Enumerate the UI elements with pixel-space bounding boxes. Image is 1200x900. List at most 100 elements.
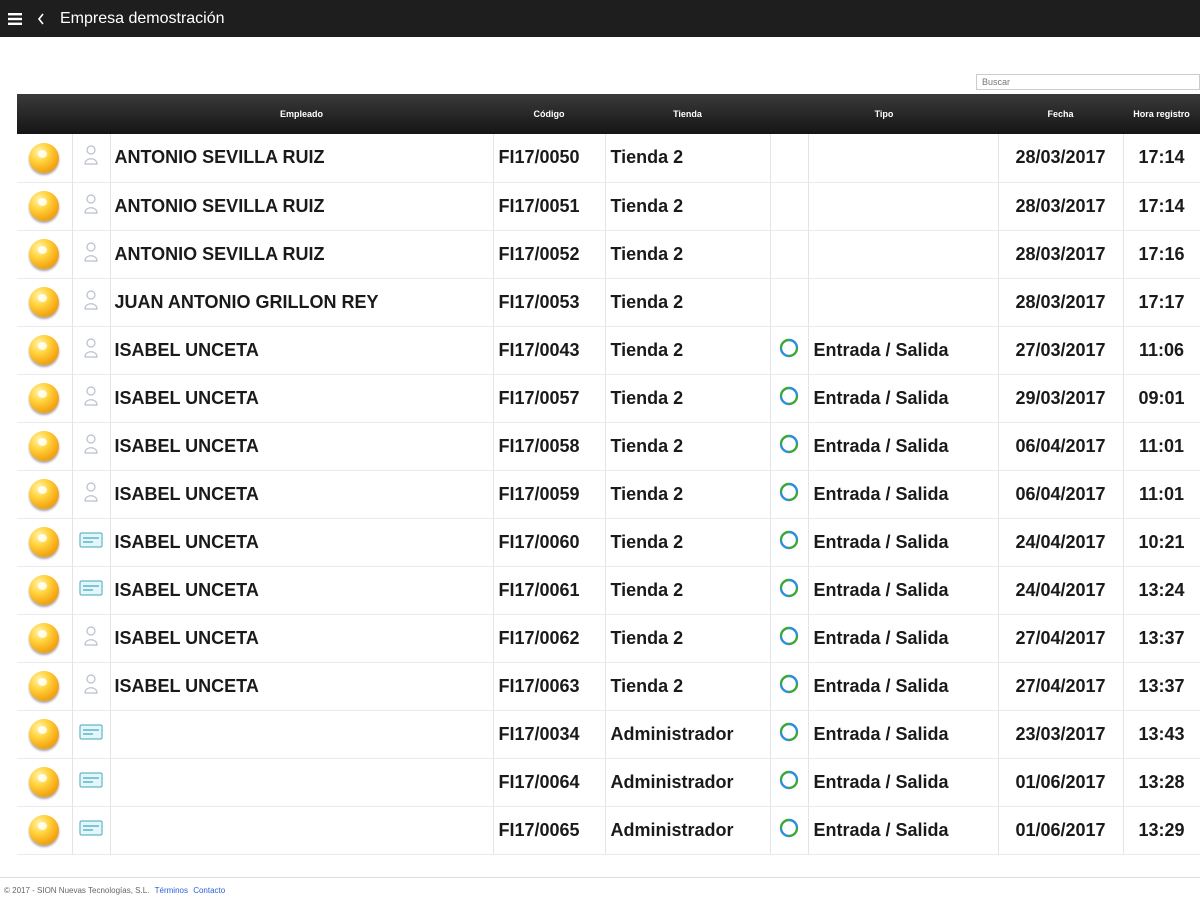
empleado-cell: ISABEL UNCETA [110, 566, 494, 615]
record-type-cell [72, 470, 111, 519]
tienda-cell: Tienda 2 [605, 278, 771, 327]
hamburger-menu-icon[interactable] [4, 9, 26, 29]
fecha-cell: 06/04/2017 [998, 470, 1124, 519]
avatar [29, 815, 60, 845]
tienda-cell: Tienda 2 [605, 422, 771, 471]
table-row[interactable]: ISABEL UNCETA FI17/0063 Tienda 2 Entrada / … [17, 662, 1200, 711]
codigo-cell: FI17/0062 [493, 614, 606, 663]
table-row[interactable]: FI17/0065 Administrador Entrada / Salida 01… [17, 806, 1200, 855]
empleado-cell: ISABEL UNCETA [110, 422, 494, 471]
tipo-cell: Entrada / Salida [808, 326, 999, 375]
table-row[interactable]: ISABEL UNCETA FI17/0062 Tienda 2 Entrada / … [17, 614, 1200, 663]
terms-link[interactable]: Términos [155, 886, 188, 895]
table-row[interactable]: ANTONIO SEVILLA RUIZ FI17/0050 Tienda 2 28/… [17, 134, 1200, 183]
search-input[interactable] [976, 74, 1200, 90]
tienda-cell: Tienda 2 [605, 374, 771, 423]
avatar [29, 335, 60, 365]
fecha-cell: 23/03/2017 [998, 710, 1124, 759]
record-type-cell [72, 662, 111, 711]
table-row[interactable]: FI17/0034 Administrador Entrada / Salida 23… [17, 710, 1200, 759]
record-type-cell [72, 614, 111, 663]
table-row[interactable]: ISABEL UNCETA FI17/0043 Tienda 2 Entrada / … [17, 326, 1200, 375]
record-type-cell [72, 710, 111, 759]
sync-icon [778, 481, 800, 508]
hora-cell: 13:28 [1123, 758, 1200, 807]
table-row[interactable]: ISABEL UNCETA FI17/0057 Tienda 2 Entrada / … [17, 374, 1200, 423]
empleado-cell: JUAN ANTONIO GRILLON REY [110, 278, 494, 327]
hora-cell: 13:37 [1123, 614, 1200, 663]
table-row[interactable]: ISABEL UNCETA FI17/0061 Tienda 2 Entrada / … [17, 566, 1200, 615]
fecha-cell: 28/03/2017 [998, 182, 1124, 231]
col-header-icon [72, 94, 110, 134]
avatar [29, 575, 60, 605]
col-header-tienda[interactable]: Tienda [605, 94, 770, 134]
codigo-cell: FI17/0051 [493, 182, 606, 231]
col-header-fecha[interactable]: Fecha [998, 94, 1123, 134]
tienda-cell: Administrador [605, 806, 771, 855]
col-header-avatar [17, 94, 72, 134]
tipo-cell: Entrada / Salida [808, 662, 999, 711]
chevron-left-icon[interactable] [32, 9, 50, 29]
sync-icon [778, 385, 800, 412]
hora-cell: 13:24 [1123, 566, 1200, 615]
col-header-codigo[interactable]: Código [493, 94, 605, 134]
hora-cell: 17:14 [1123, 134, 1200, 183]
tienda-cell: Administrador [605, 758, 771, 807]
codigo-cell: FI17/0063 [493, 662, 606, 711]
person-icon [83, 193, 99, 220]
empleado-cell: ANTONIO SEVILLA RUIZ [110, 182, 494, 231]
empleado-cell: ISABEL UNCETA [110, 326, 494, 375]
tienda-cell: Tienda 2 [605, 134, 771, 183]
card-icon [79, 531, 103, 554]
person-icon [83, 337, 99, 364]
contact-link[interactable]: Contacto [193, 886, 225, 895]
codigo-cell: FI17/0060 [493, 518, 606, 567]
person-icon [83, 625, 99, 652]
codigo-cell: FI17/0053 [493, 278, 606, 327]
avatar [29, 142, 60, 173]
tipo-icon-cell [770, 614, 809, 663]
tipo-cell: Entrada / Salida [808, 614, 999, 663]
table-row[interactable]: ANTONIO SEVILLA RUIZ FI17/0051 Tienda 2 28/… [17, 182, 1200, 231]
sync-icon [778, 817, 800, 844]
sync-icon [778, 577, 800, 604]
page-title: Empresa demostración [60, 9, 225, 27]
tipo-icon-cell [770, 662, 809, 711]
avatar [29, 287, 60, 317]
avatar [29, 191, 60, 221]
fecha-cell: 27/03/2017 [998, 326, 1124, 375]
table-row[interactable]: JUAN ANTONIO GRILLON REY FI17/0053 Tienda … [17, 278, 1200, 327]
tipo-icon-cell [770, 422, 809, 471]
codigo-cell: FI17/0061 [493, 566, 606, 615]
codigo-cell: FI17/0034 [493, 710, 606, 759]
record-type-cell [72, 566, 111, 615]
col-header-hora[interactable]: Hora registro [1123, 94, 1200, 134]
hora-cell: 11:01 [1123, 422, 1200, 471]
table-row[interactable]: ISABEL UNCETA FI17/0058 Tienda 2 Entrada / … [17, 422, 1200, 471]
table-row[interactable]: ISABEL UNCETA FI17/0059 Tienda 2 Entrada / … [17, 470, 1200, 519]
tienda-cell: Tienda 2 [605, 326, 771, 375]
tienda-cell: Tienda 2 [605, 614, 771, 663]
record-type-cell [72, 374, 111, 423]
col-header-empleado[interactable]: Empleado [110, 94, 493, 134]
tipo-cell: Entrada / Salida [808, 422, 999, 471]
tienda-cell: Tienda 2 [605, 662, 771, 711]
col-header-tipo[interactable]: Tipo [770, 94, 998, 134]
top-bar: Empresa demostración [0, 0, 1200, 37]
sync-icon [778, 721, 800, 748]
table-row[interactable]: ANTONIO SEVILLA RUIZ FI17/0052 Tienda 2 28/… [17, 230, 1200, 279]
fecha-cell: 29/03/2017 [998, 374, 1124, 423]
avatar-cell [17, 374, 73, 423]
codigo-cell: FI17/0065 [493, 806, 606, 855]
tipo-cell [808, 230, 999, 279]
record-type-cell [72, 758, 111, 807]
avatar [29, 767, 60, 797]
avatar [29, 623, 60, 653]
table-row[interactable]: FI17/0064 Administrador Entrada / Salida 01… [17, 758, 1200, 807]
records-table: Empleado Código Tienda Tipo Fecha Hora r… [17, 94, 1200, 855]
sync-icon [778, 769, 800, 796]
table-row[interactable]: ISABEL UNCETA FI17/0060 Tienda 2 Entrada / … [17, 518, 1200, 567]
tienda-cell: Administrador [605, 710, 771, 759]
empleado-cell [110, 758, 494, 807]
tipo-icon-cell [770, 326, 809, 375]
